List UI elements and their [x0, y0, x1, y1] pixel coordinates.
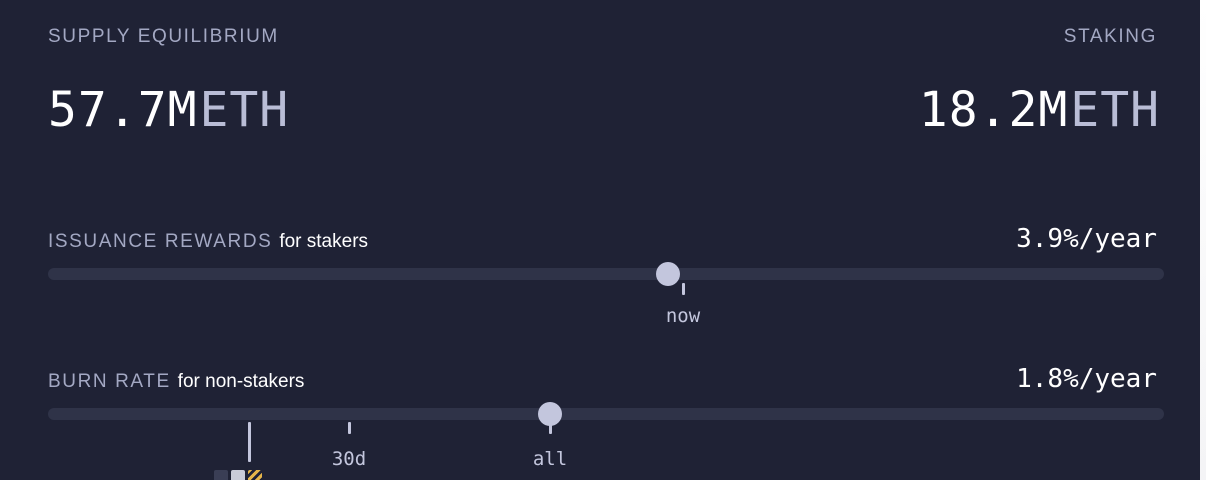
partial-icon-row — [214, 470, 262, 480]
staking-label: STAKING — [1064, 26, 1157, 48]
now-tick-label: now — [665, 305, 701, 327]
staking-title: STAKING — [1063, 26, 1157, 47]
all-tick-mark — [549, 422, 552, 434]
burn-rate-label: BURN RATE for non-stakers — [48, 371, 304, 393]
staking-amount: 18.2M — [918, 82, 1069, 138]
small-icon — [214, 470, 228, 480]
issuance-rewards-sublabel: for stakers — [279, 231, 369, 252]
now-tick-mark — [682, 283, 685, 295]
supply-equilibrium-title: SUPPLY EQUILIBRIUM — [48, 26, 279, 47]
30d-tick-label: 30d — [331, 448, 367, 470]
issuance-rewards-label: ISSUANCE REWARDS for stakers — [48, 231, 368, 253]
burn-rate-value: 1.8%/year — [1016, 364, 1157, 394]
all-tick-label: all — [532, 448, 568, 470]
burn-rate-title: BURN RATE — [48, 371, 171, 392]
issuance-rewards-slider[interactable] — [48, 262, 1164, 286]
supply-equilibrium-panel: SUPPLY EQUILIBRIUM 57.7METH STAKING 18.2… — [0, 0, 1200, 480]
supply-equilibrium-unit: ETH — [199, 82, 290, 138]
issuance-rate-value: 3.9%/year — [1016, 224, 1157, 254]
burn-rate-sublabel: for non-stakers — [177, 371, 305, 392]
issuance-slider-thumb[interactable] — [656, 262, 681, 286]
supply-equilibrium-label: SUPPLY EQUILIBRIUM — [48, 26, 279, 48]
30d-tick-mark — [348, 422, 351, 434]
burn-marker-tick — [248, 422, 251, 462]
burn-rate-slider[interactable] — [48, 402, 1164, 426]
window-edge — [1200, 0, 1206, 480]
supply-equilibrium-value: 57.7METH — [48, 82, 289, 138]
staking-value: 18.2METH — [919, 82, 1160, 138]
stripes-icon — [248, 470, 262, 480]
staking-unit: ETH — [1070, 82, 1160, 138]
issuance-rewards-title: ISSUANCE REWARDS — [48, 231, 273, 252]
speaker-icon — [231, 470, 245, 480]
supply-equilibrium-amount: 57.7M — [48, 82, 198, 138]
